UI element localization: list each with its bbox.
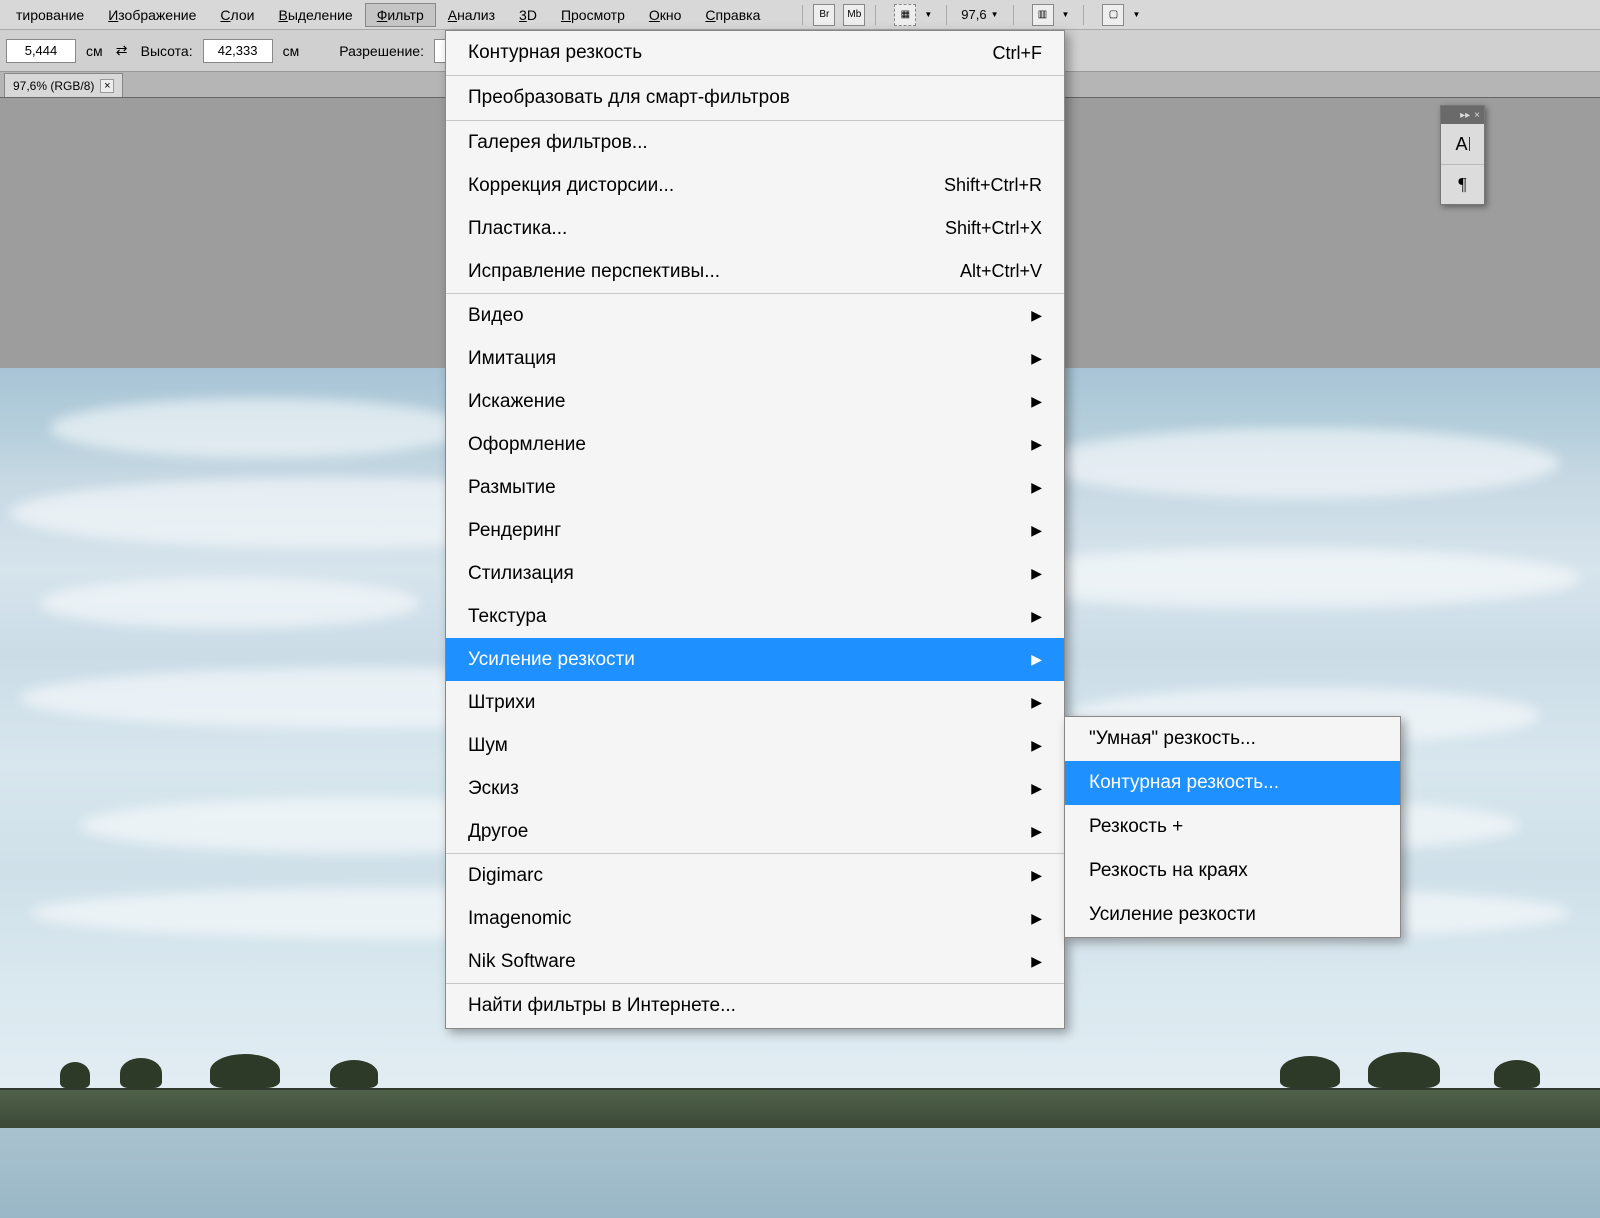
height-label: Высота:	[141, 43, 193, 59]
width-unit: см	[86, 43, 103, 59]
collapse-icon[interactable]: ▸▸	[1460, 110, 1470, 121]
menu-help[interactable]: Справка	[693, 3, 772, 27]
chevron-right-icon: ▶	[1031, 479, 1042, 496]
menu-select[interactable]: Выделение	[266, 3, 364, 27]
submenu-sharpen-edges[interactable]: Резкость на краях	[1065, 849, 1400, 893]
menu-item-imagenomic[interactable]: Imagenomic▶	[446, 897, 1064, 940]
menu-item-convert-smart[interactable]: Преобразовать для смарт-фильтров	[446, 76, 1064, 120]
menu-item-liquify[interactable]: Пластика...Shift+Ctrl+X	[446, 207, 1064, 250]
menu-item-blur[interactable]: Размытие▶	[446, 466, 1064, 509]
menu-item-render[interactable]: Рендеринг▶	[446, 509, 1064, 552]
menu-item-other[interactable]: Другое▶	[446, 810, 1064, 853]
minibridge-icon[interactable]: Mb	[843, 4, 865, 26]
arrange-dropdown[interactable]: ▥▼	[1028, 4, 1070, 26]
height-unit: см	[283, 43, 300, 59]
height-input[interactable]	[203, 39, 273, 63]
close-icon[interactable]: ×	[100, 79, 114, 93]
chevron-right-icon: ▶	[1031, 307, 1042, 324]
chevron-right-icon: ▶	[1031, 522, 1042, 539]
menu-item-noise[interactable]: Шум▶	[446, 724, 1064, 767]
menu-view[interactable]: Просмотр	[549, 3, 637, 27]
submenu-sharpen-more[interactable]: Резкость +	[1065, 805, 1400, 849]
screenfit-icon: ▢	[1102, 4, 1124, 26]
screen-mode-dropdown[interactable]: ▦▼	[890, 4, 932, 26]
menu-item-pixelate[interactable]: Оформление▶	[446, 423, 1064, 466]
chevron-right-icon: ▶	[1031, 608, 1042, 625]
menu-item-digimarc[interactable]: Digimarc▶	[446, 854, 1064, 897]
menu-item-find-filters-online[interactable]: Найти фильтры в Интернете...	[446, 984, 1064, 1028]
menu-filter[interactable]: Фильтр	[365, 3, 436, 27]
menu-item-sketch[interactable]: Эскиз▶	[446, 767, 1064, 810]
character-panel-collapsed[interactable]: ▸▸ × A ¶	[1440, 105, 1485, 205]
main-menubar: тирование Изображение Слои Выделение Фил…	[0, 0, 1600, 30]
chevron-right-icon: ▶	[1031, 737, 1042, 754]
bridge-icon[interactable]: Br	[813, 4, 835, 26]
menu-item-video[interactable]: Видео▶	[446, 294, 1064, 337]
chevron-right-icon: ▶	[1031, 393, 1042, 410]
chevron-right-icon: ▶	[1031, 867, 1042, 884]
menu-item-nik-software[interactable]: Nik Software▶	[446, 940, 1064, 983]
chevron-right-icon: ▶	[1031, 953, 1042, 970]
screenfit-dropdown[interactable]: ▢▼	[1098, 4, 1140, 26]
paragraph-panel-icon[interactable]: ¶	[1441, 164, 1484, 204]
panel-header[interactable]: ▸▸ ×	[1441, 106, 1484, 124]
chevron-right-icon: ▶	[1031, 694, 1042, 711]
submenu-unsharp-mask[interactable]: Контурная резкость...	[1065, 761, 1400, 805]
document-tab[interactable]: 97,6% (RGB/8) ×	[4, 73, 123, 97]
chevron-right-icon: ▶	[1031, 823, 1042, 840]
chevron-right-icon: ▶	[1031, 780, 1042, 797]
film-icon: ▦	[894, 4, 916, 26]
menu-analysis[interactable]: Анализ	[436, 3, 507, 27]
close-panel-icon[interactable]: ×	[1474, 110, 1480, 121]
zoom-dropdown[interactable]: 97,6▼	[961, 7, 998, 22]
menu-item-lens-correction[interactable]: Коррекция дисторсии...Shift+Ctrl+R	[446, 164, 1064, 207]
swap-dimensions-icon[interactable]: ⇄	[113, 42, 131, 60]
chevron-right-icon: ▶	[1031, 350, 1042, 367]
submenu-smart-sharpen[interactable]: "Умная" резкость...	[1065, 717, 1400, 761]
menu-item-last-filter[interactable]: Контурная резкость Ctrl+F	[446, 31, 1064, 75]
menu-item-stylize[interactable]: Стилизация▶	[446, 552, 1064, 595]
menu-item-sharpen[interactable]: Усиление резкости▶	[446, 638, 1064, 681]
width-input[interactable]	[6, 39, 76, 63]
menu-item-vanishing-point[interactable]: Исправление перспективы...Alt+Ctrl+V	[446, 250, 1064, 293]
menu-layers[interactable]: Слои	[208, 3, 266, 27]
sharpen-submenu: "Умная" резкость... Контурная резкость..…	[1064, 716, 1401, 938]
menu-item-filter-gallery[interactable]: Галерея фильтров...	[446, 121, 1064, 164]
menu-item-artistic[interactable]: Имитация▶	[446, 337, 1064, 380]
chevron-right-icon: ▶	[1031, 910, 1042, 927]
resolution-label: Разрешение:	[339, 43, 424, 59]
menu-item-brush-strokes[interactable]: Штрихи▶	[446, 681, 1064, 724]
chevron-right-icon: ▶	[1031, 651, 1042, 668]
menu-3d[interactable]: 3D	[507, 3, 549, 27]
menu-window[interactable]: Окно	[637, 3, 694, 27]
arrange-icon: ▥	[1032, 4, 1054, 26]
menu-image[interactable]: Изображение	[96, 3, 208, 27]
submenu-sharpen[interactable]: Усиление резкости	[1065, 893, 1400, 937]
filter-dropdown-menu: Контурная резкость Ctrl+F Преобразовать …	[445, 30, 1065, 1029]
document-tab-title: 97,6% (RGB/8)	[13, 79, 94, 93]
character-panel-icon[interactable]: A	[1441, 124, 1484, 164]
chevron-right-icon: ▶	[1031, 436, 1042, 453]
menu-item-texture[interactable]: Текстура▶	[446, 595, 1064, 638]
menu-edit-partial[interactable]: тирование	[4, 3, 96, 27]
menu-item-distort[interactable]: Искажение▶	[446, 380, 1064, 423]
chevron-right-icon: ▶	[1031, 565, 1042, 582]
